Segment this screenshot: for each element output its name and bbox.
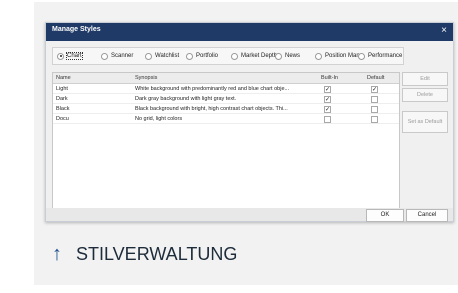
table-row[interactable]: Dark Dark gray background with light gra… bbox=[53, 94, 399, 104]
column-header-builtin[interactable]: Built-In bbox=[321, 75, 338, 81]
radio-portfolio[interactable]: Portfolio bbox=[186, 51, 218, 61]
close-icon[interactable]: × bbox=[441, 25, 447, 37]
dialog-title: Manage Styles bbox=[52, 26, 101, 33]
set-default-button[interactable]: Set as Default bbox=[402, 111, 448, 133]
radio-dot-icon bbox=[101, 52, 108, 60]
row-name: Black bbox=[56, 105, 70, 112]
builtin-checkbox[interactable]: ✓ bbox=[324, 85, 331, 93]
edit-button[interactable]: Edit bbox=[402, 72, 448, 86]
delete-button[interactable]: Delete bbox=[402, 88, 448, 102]
default-checkbox[interactable] bbox=[371, 95, 378, 103]
row-synopsis: White background with predominantly red … bbox=[135, 85, 290, 92]
radio-label: Market Depth bbox=[241, 53, 278, 59]
row-synopsis: Dark gray background with light gray tex… bbox=[135, 95, 237, 102]
row-name: Dark bbox=[56, 95, 68, 102]
dialog-titlebar: Manage Styles × bbox=[46, 23, 453, 41]
dialog-footer: OK Cancel bbox=[46, 208, 453, 222]
column-header-default[interactable]: Default bbox=[367, 75, 384, 81]
radio-chart[interactable]: Chart bbox=[57, 51, 83, 61]
column-header-name[interactable]: Name bbox=[56, 75, 71, 81]
radio-performance[interactable]: Performance bbox=[358, 51, 402, 61]
radio-label: Scanner bbox=[111, 53, 134, 59]
builtin-checkbox[interactable]: ✓ bbox=[324, 95, 331, 103]
arrow-up-icon[interactable]: ↑ bbox=[52, 243, 62, 266]
table-header: Name Synopsis Built-In Default bbox=[53, 73, 399, 84]
section-caption: ↑ STILVERWALTUNG bbox=[52, 243, 237, 266]
radio-position-manager[interactable]: Position Man bbox=[315, 51, 360, 61]
cancel-button[interactable]: Cancel bbox=[406, 209, 448, 222]
radio-dot-icon bbox=[145, 52, 152, 60]
radio-label: Watchlist bbox=[155, 53, 180, 59]
default-checkbox[interactable] bbox=[371, 105, 378, 113]
row-synopsis: Black background with bright, high contr… bbox=[135, 105, 288, 112]
row-name: Light bbox=[56, 85, 68, 92]
radio-label: Position Man bbox=[325, 53, 360, 59]
table-row[interactable]: Light White background with predominantl… bbox=[53, 84, 399, 94]
radio-dot-icon bbox=[231, 52, 238, 60]
radio-dot-icon bbox=[358, 52, 365, 60]
ok-button[interactable]: OK bbox=[366, 209, 404, 222]
radio-scanner[interactable]: Scanner bbox=[101, 51, 133, 61]
radio-watchlist[interactable]: Watchlist bbox=[145, 51, 179, 61]
default-checkbox[interactable]: ✓ bbox=[371, 85, 378, 93]
radio-label: Portfolio bbox=[196, 53, 219, 59]
table-row[interactable]: Docu No grid, light colors bbox=[53, 114, 399, 124]
column-header-synopsis[interactable]: Synopsis bbox=[135, 75, 157, 81]
radio-dot-icon bbox=[186, 52, 193, 60]
table-row[interactable]: Black Black background with bright, high… bbox=[53, 104, 399, 114]
radio-label: Chart bbox=[66, 52, 83, 60]
styles-table: Name Synopsis Built-In Default Light Whi… bbox=[52, 72, 400, 210]
radio-market-depth[interactable]: Market Depth bbox=[231, 51, 277, 61]
radio-dot-icon bbox=[275, 52, 282, 60]
manage-styles-dialog: Manage Styles × Chart Scanner Watchlist … bbox=[45, 22, 454, 222]
row-name: Docu bbox=[56, 115, 69, 122]
radio-label: Performance bbox=[368, 53, 403, 59]
builtin-checkbox[interactable]: ✓ bbox=[324, 105, 331, 113]
radio-label: News bbox=[285, 53, 301, 59]
caption-text: STILVERWALTUNG bbox=[76, 244, 238, 264]
default-checkbox[interactable] bbox=[371, 115, 378, 123]
builtin-checkbox[interactable] bbox=[324, 115, 331, 123]
radio-dot-icon bbox=[315, 52, 322, 60]
style-type-radio-group: Chart Scanner Watchlist Portfolio Market… bbox=[52, 47, 404, 65]
row-synopsis: No grid, light colors bbox=[135, 115, 183, 122]
radio-news[interactable]: News bbox=[275, 51, 300, 61]
radio-dot-icon bbox=[57, 52, 64, 60]
